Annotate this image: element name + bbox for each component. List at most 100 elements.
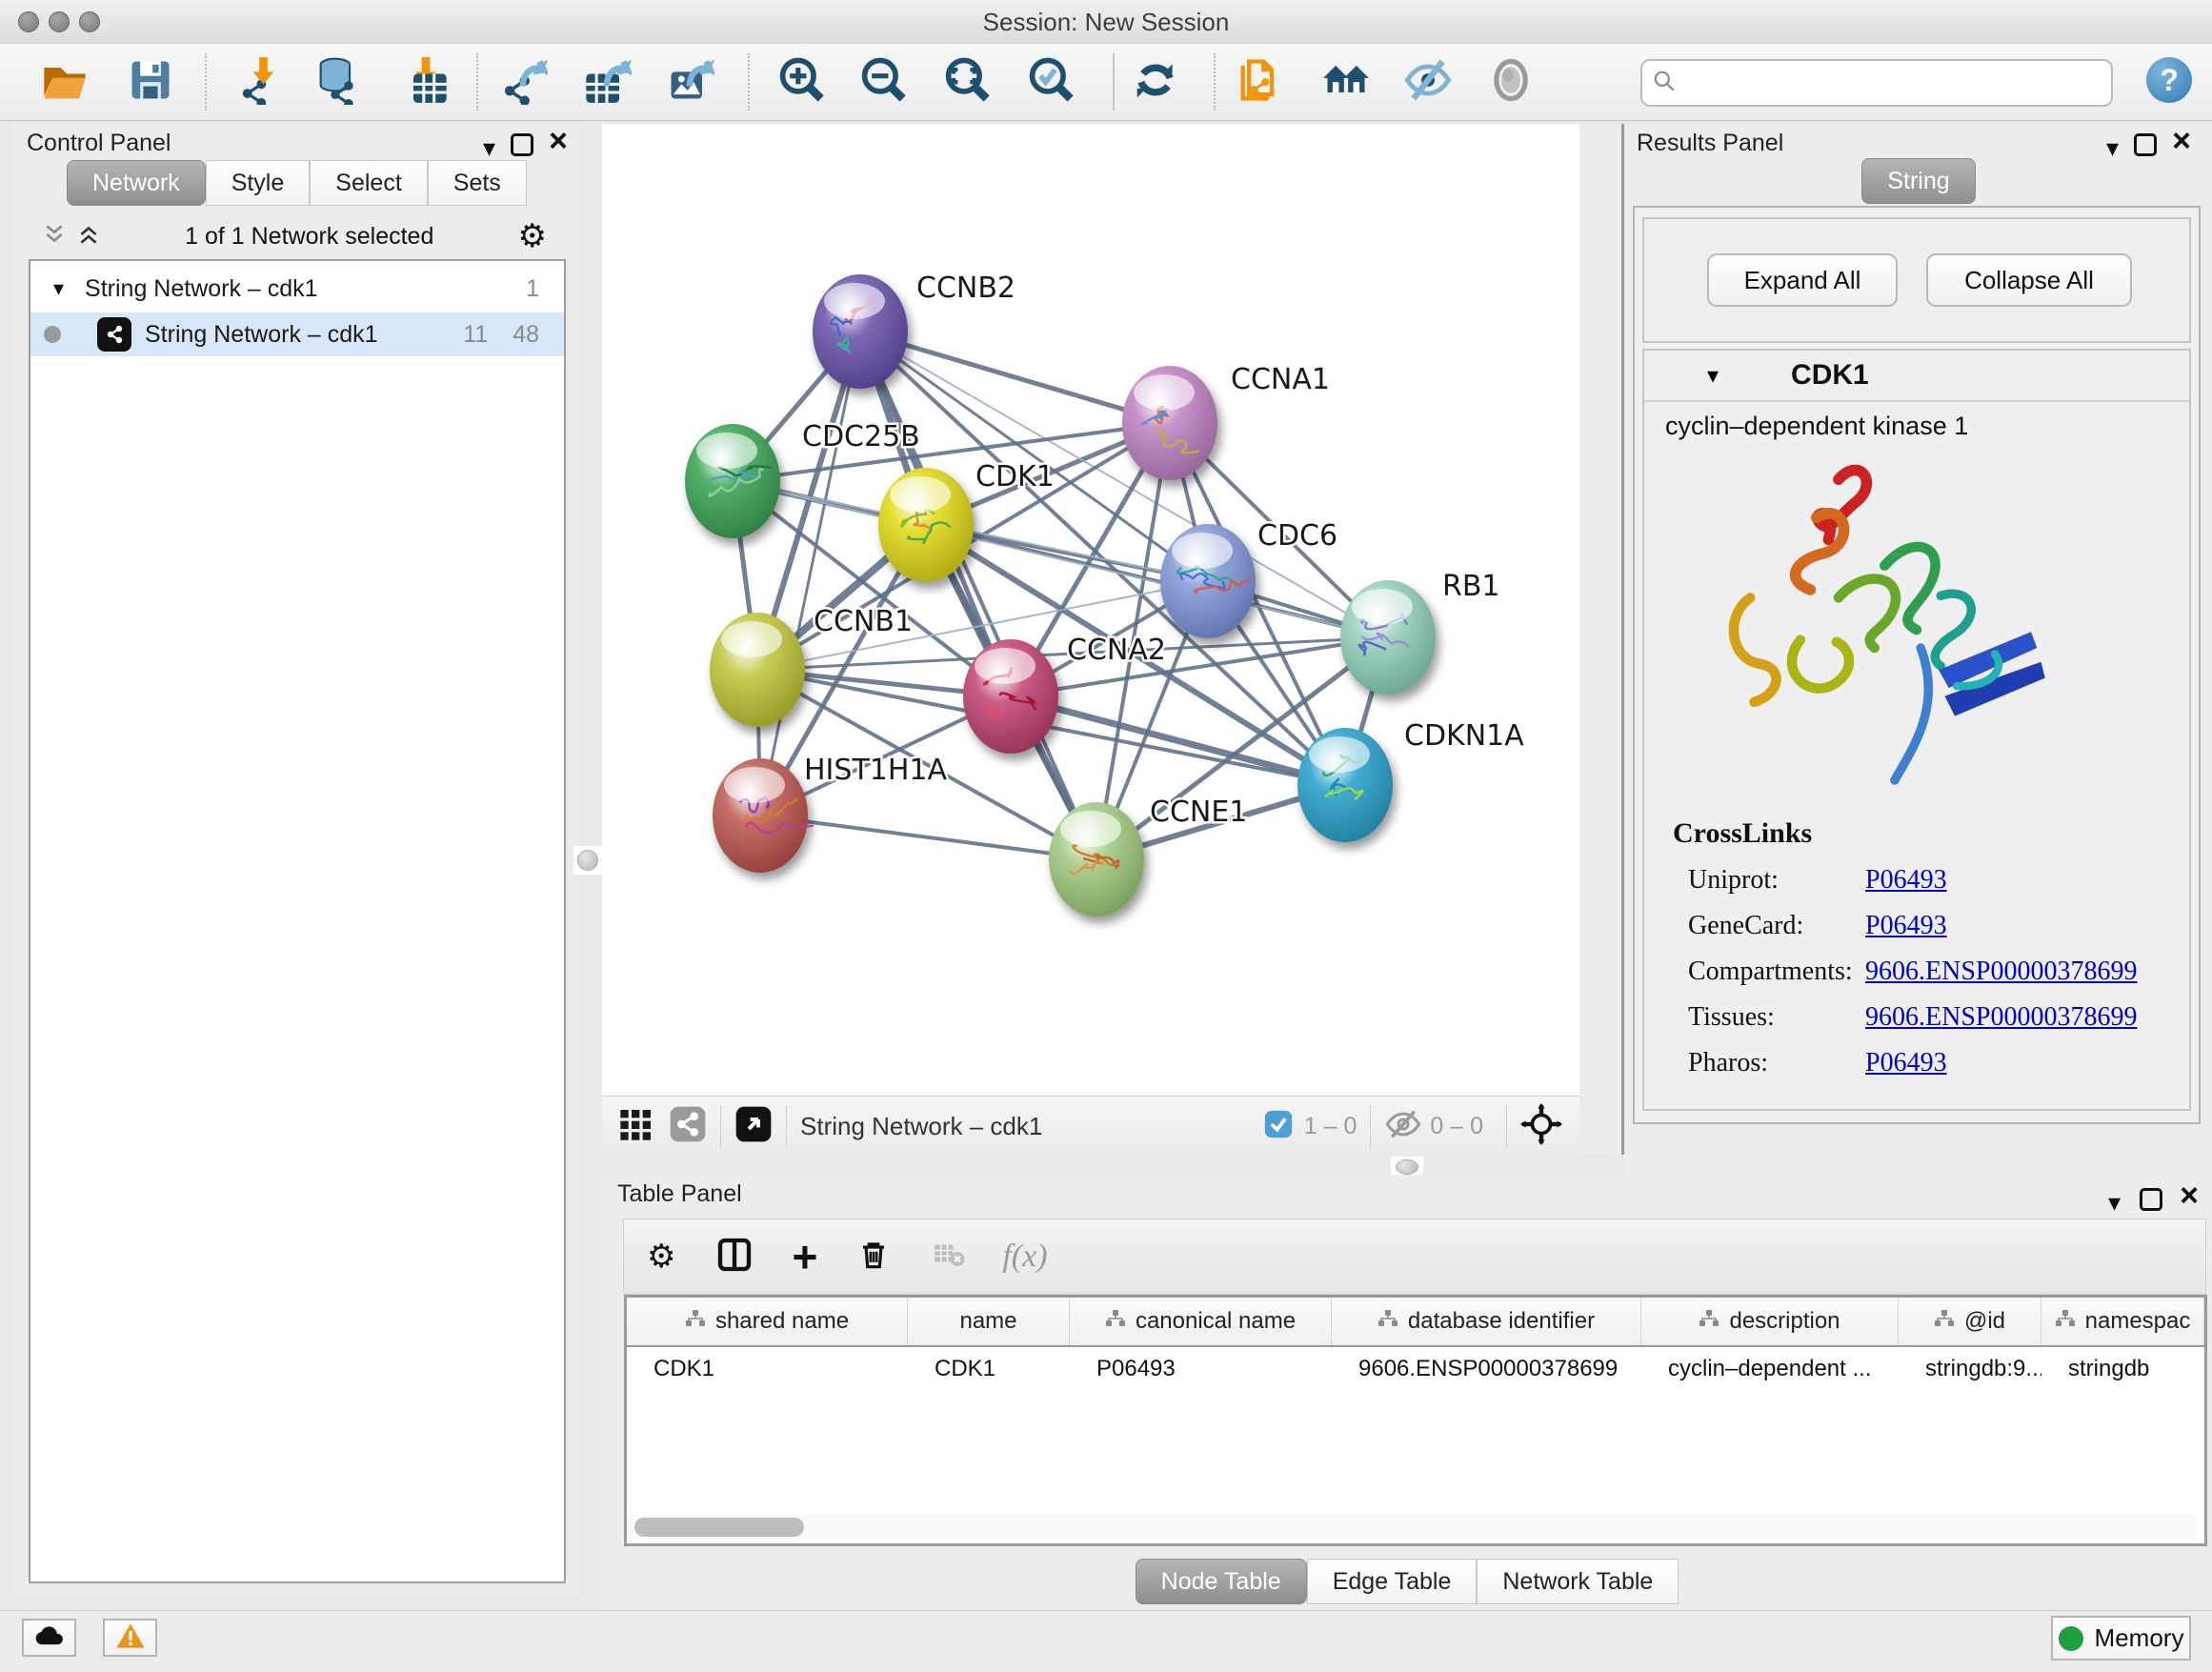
network-list-row[interactable]: String Network – cdk11148 bbox=[30, 312, 564, 356]
column-header-database-identifier[interactable]: database identifier bbox=[1332, 1298, 1641, 1345]
zoom-out-button[interactable] bbox=[854, 55, 911, 109]
cdk1-section-body: cyclin–dependent kinase 1 bbox=[1650, 404, 2180, 1096]
first-neighbors-button[interactable] bbox=[1317, 55, 1375, 109]
cell[interactable]: stringdb bbox=[2041, 1356, 2204, 1382]
expand-all-icon[interactable] bbox=[76, 222, 101, 252]
zoom-in-button[interactable] bbox=[772, 55, 829, 109]
expand-caret-icon[interactable]: ▾ bbox=[53, 276, 64, 301]
network-share-icon[interactable] bbox=[669, 1105, 707, 1148]
crosslink-link[interactable]: P06493 bbox=[1865, 865, 1947, 896]
import-network-button[interactable] bbox=[229, 55, 286, 109]
zoom-fit-button[interactable] bbox=[937, 55, 995, 109]
edge-CCNB2-HIST1H1A[interactable] bbox=[760, 332, 860, 816]
zoom-selected-button[interactable] bbox=[1021, 55, 1078, 109]
fit-selected-crosshair-icon[interactable] bbox=[1520, 1103, 1562, 1150]
search-box[interactable] bbox=[1640, 59, 2113, 107]
restore-panel-icon[interactable] bbox=[511, 133, 533, 156]
table-options-gear-icon[interactable]: ⚙ bbox=[647, 1238, 675, 1276]
crosslink-link[interactable]: P06493 bbox=[1865, 1048, 1947, 1078]
export-network-button[interactable] bbox=[494, 55, 552, 109]
crosslink-link[interactable]: 9606.ENSP00000378699 bbox=[1865, 1002, 2137, 1033]
node-CCNA2[interactable]: CCNA2 bbox=[963, 634, 1166, 754]
collapse-caret-icon[interactable]: ▾ bbox=[1707, 362, 1719, 390]
node-table[interactable]: shared name name canonical namedatabase id… bbox=[624, 1295, 2207, 1546]
detach-view-icon[interactable] bbox=[734, 1105, 773, 1148]
network-options-gear-icon[interactable]: ⚙ bbox=[518, 217, 547, 255]
cell[interactable]: 9606.ENSP00000378699 bbox=[1332, 1356, 1641, 1382]
table-horizontal-scrollbar[interactable] bbox=[629, 1515, 2197, 1540]
warnings-button[interactable] bbox=[103, 1619, 157, 1657]
cell[interactable]: CDK1 bbox=[908, 1356, 1070, 1382]
cloud-button[interactable] bbox=[22, 1619, 76, 1657]
eye-icon bbox=[1486, 55, 1536, 110]
table-row[interactable]: CDK1CDK1P064939606.ENSP00000378699cyclin… bbox=[627, 1347, 2204, 1391]
float-panel-icon[interactable]: ▾ bbox=[483, 133, 495, 163]
left-splitter-grip[interactable] bbox=[573, 846, 602, 875]
tab-network[interactable]: Network bbox=[67, 160, 206, 206]
show-columns-icon[interactable] bbox=[715, 1236, 754, 1279]
column-header-shared-name[interactable]: shared name bbox=[627, 1298, 908, 1345]
delete-column-trash-icon[interactable] bbox=[855, 1237, 892, 1278]
string-results-buttons: Expand All Collapse All bbox=[1642, 217, 2191, 343]
column-header-description[interactable]: description bbox=[1641, 1298, 1899, 1345]
crosslink-label: Pharos: bbox=[1688, 1048, 1865, 1078]
node-CDKN1A[interactable]: CDKN1A bbox=[1297, 719, 1524, 842]
show-all-button[interactable] bbox=[1482, 55, 1539, 109]
export-table-button[interactable] bbox=[578, 55, 635, 109]
canvas-right-strip bbox=[1579, 124, 1624, 1155]
cell[interactable]: stringdb:9... bbox=[1899, 1356, 2041, 1382]
column-header-name[interactable]: name bbox=[908, 1298, 1070, 1345]
node-CDK1[interactable]: CDK1 bbox=[878, 460, 1055, 582]
node-CCNA1[interactable]: CCNA1 bbox=[1122, 363, 1330, 480]
node-HIST1H1A[interactable]: HIST1H1A bbox=[713, 754, 948, 873]
column-header--id[interactable]: @id bbox=[1899, 1298, 2041, 1345]
network-canvas[interactable]: CCNB2CCNA1CDC25BCDK1CDC6RB1CCNB1CCNA2CDK… bbox=[602, 124, 1579, 1096]
network-list-row[interactable]: ▾String Network – cdk11 bbox=[30, 267, 564, 311]
float-panel-icon[interactable]: ▾ bbox=[2108, 1188, 2121, 1218]
tab-style[interactable]: Style bbox=[206, 160, 311, 206]
tab-select[interactable]: Select bbox=[310, 160, 427, 206]
tab-node-table[interactable]: Node Table bbox=[1136, 1559, 1307, 1604]
close-panel-icon[interactable]: × bbox=[2172, 130, 2191, 152]
import-table-button[interactable] bbox=[397, 55, 454, 109]
node-RB1[interactable]: RB1 bbox=[1340, 570, 1500, 695]
cdk1-section-header[interactable]: ▾ CDK1 bbox=[1644, 351, 2189, 402]
column-header-canonical-name[interactable]: canonical name bbox=[1070, 1298, 1332, 1345]
column-header-namespac[interactable]: namespac bbox=[2041, 1298, 2204, 1345]
column-label: name bbox=[959, 1308, 1016, 1335]
crosslink-link[interactable]: 9606.ENSP00000378699 bbox=[1865, 957, 2137, 987]
import-network-database-button[interactable] bbox=[309, 55, 366, 109]
close-panel-icon[interactable]: × bbox=[2180, 1184, 2199, 1207]
table-tabs: Node TableEdge TableNetwork Table bbox=[602, 1559, 2212, 1604]
open-file-button[interactable] bbox=[36, 55, 93, 109]
grid-view-icon[interactable] bbox=[617, 1105, 655, 1148]
restore-panel-icon[interactable] bbox=[2140, 1188, 2162, 1211]
help-button[interactable]: ? bbox=[2146, 57, 2192, 103]
add-column-icon[interactable]: + bbox=[792, 1238, 817, 1276]
collapse-all-icon[interactable] bbox=[42, 222, 67, 252]
tab-string[interactable]: String bbox=[1861, 158, 1975, 204]
expand-all-button[interactable]: Expand All bbox=[1707, 253, 1898, 307]
restore-panel-icon[interactable] bbox=[2134, 133, 2157, 156]
export-image-button[interactable] bbox=[661, 55, 718, 109]
selected-checkbox-icon[interactable] bbox=[1262, 1108, 1295, 1145]
scrollbar-thumb[interactable] bbox=[634, 1518, 804, 1537]
edge-HIST1H1A-CCNE1[interactable] bbox=[760, 816, 1096, 859]
tab-network-table[interactable]: Network Table bbox=[1477, 1559, 1679, 1604]
cell[interactable]: CDK1 bbox=[627, 1356, 908, 1382]
close-panel-icon[interactable]: × bbox=[549, 130, 568, 152]
tab-sets[interactable]: Sets bbox=[428, 160, 527, 206]
cell[interactable]: cyclin–dependent ... bbox=[1641, 1356, 1899, 1382]
cell[interactable]: P06493 bbox=[1070, 1356, 1332, 1382]
tab-edge-table[interactable]: Edge Table bbox=[1307, 1559, 1478, 1604]
refresh-button[interactable] bbox=[1127, 55, 1184, 109]
hide-selected-button[interactable] bbox=[1399, 55, 1457, 109]
memory-button[interactable]: Memory bbox=[2051, 1616, 2191, 1661]
search-input[interactable] bbox=[1686, 69, 2111, 97]
collapse-all-button[interactable]: Collapse All bbox=[1926, 253, 2132, 307]
import-net-icon bbox=[232, 55, 282, 110]
node-CCNE1[interactable]: CCNE1 bbox=[1049, 796, 1247, 917]
save-session-button[interactable] bbox=[122, 55, 179, 109]
crosslink-link[interactable]: P06493 bbox=[1865, 911, 1947, 941]
clipboard-network-button[interactable] bbox=[1231, 55, 1288, 109]
